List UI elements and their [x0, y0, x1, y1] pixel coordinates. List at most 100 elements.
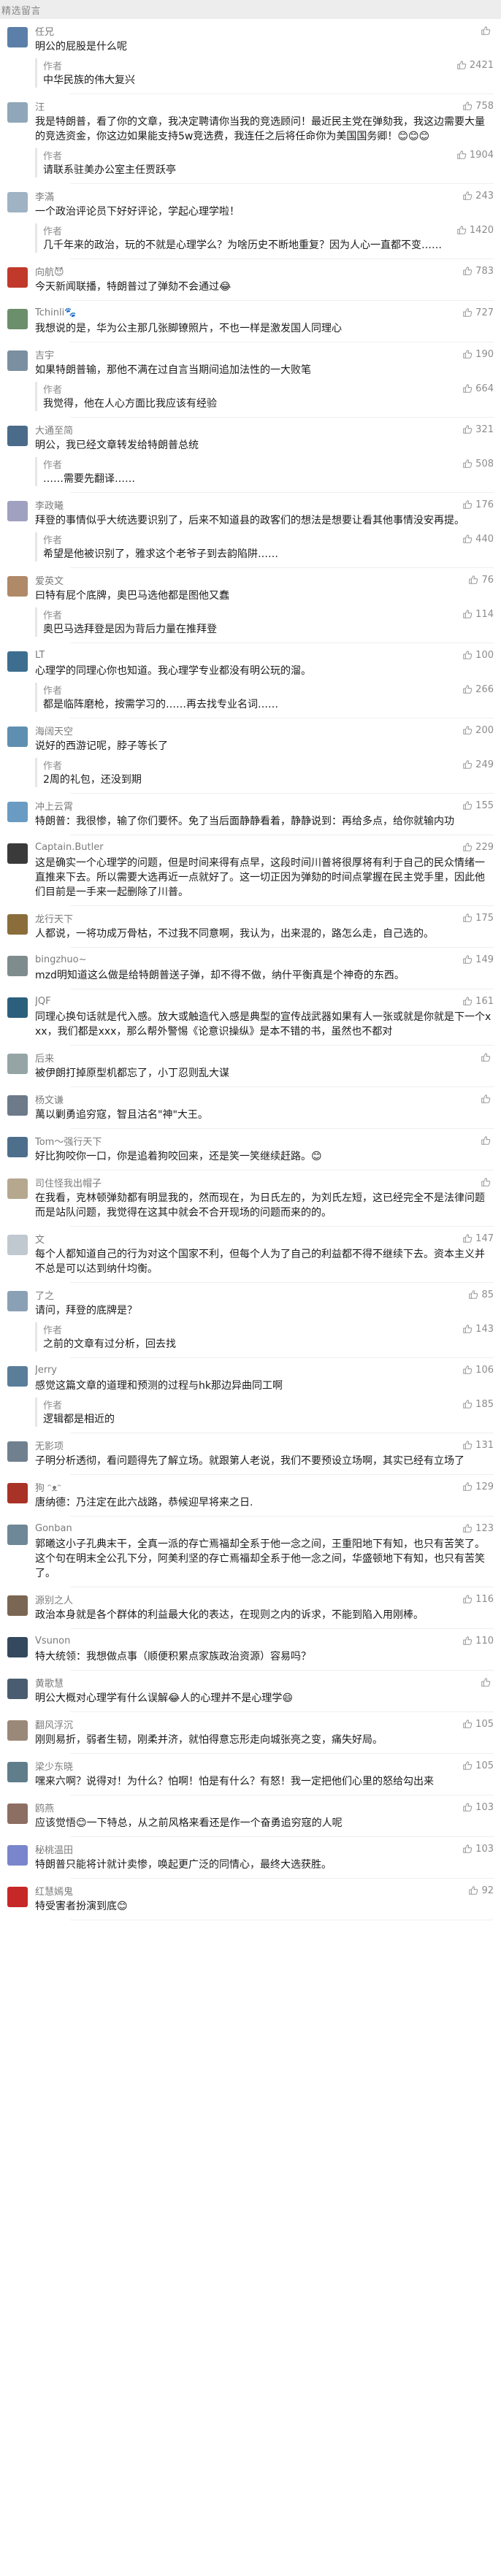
like-button[interactable]: 105 — [462, 1760, 494, 1771]
avatar[interactable] — [7, 1441, 28, 1462]
like-button[interactable] — [481, 1135, 494, 1146]
like-button[interactable] — [481, 1677, 494, 1687]
avatar[interactable] — [7, 1137, 28, 1157]
avatar[interactable] — [7, 651, 28, 672]
avatar[interactable] — [7, 1762, 28, 1782]
comment-item: 梁少东晓 105 嘿来六啊？说得对！为什么？怕啊！怕是有什么？有怒！我一定把他们心里… — [0, 1754, 501, 1795]
avatar[interactable] — [7, 27, 28, 47]
like-button[interactable]: 105 — [462, 1719, 494, 1730]
comment-body: 梁少东晓 105 嘿来六啊？说得对！为什么？怕啊！怕是有什么？有怒！我一定把他们心里… — [35, 1759, 494, 1795]
like-button[interactable]: 85 — [468, 1289, 494, 1300]
reply-like-button[interactable]: 2421 — [456, 60, 494, 71]
commenter-name: 向航😈 — [35, 267, 64, 278]
thumbs-up-icon — [463, 101, 473, 110]
avatar[interactable] — [7, 1803, 28, 1824]
reply-like-button[interactable]: 664 — [462, 383, 494, 394]
like-button[interactable] — [481, 26, 494, 36]
like-button[interactable] — [481, 1094, 494, 1104]
avatar[interactable] — [7, 1095, 28, 1116]
reply-like-button[interactable]: 508 — [462, 459, 494, 469]
reply-author-label: 作者 — [43, 459, 63, 471]
like-button[interactable]: 103 — [462, 1844, 494, 1855]
reply-like-button[interactable]: 249 — [462, 759, 494, 770]
like-button[interactable]: 92 — [468, 1885, 494, 1896]
comment-item: Gonban 123 郭曦这小子孔典末干，全真一派的存亡焉福却全系于他一念之间，王重… — [0, 1517, 501, 1587]
like-button[interactable]: 155 — [462, 800, 494, 811]
like-button[interactable]: 103 — [462, 1802, 494, 1813]
reply-like-button[interactable]: 1904 — [456, 150, 494, 161]
like-button[interactable]: 229 — [462, 842, 494, 853]
avatar[interactable] — [7, 1679, 28, 1699]
like-button[interactable] — [481, 1177, 494, 1187]
avatar[interactable] — [7, 426, 28, 446]
like-button[interactable] — [481, 1052, 494, 1062]
like-button[interactable]: 129 — [462, 1481, 494, 1492]
like-button[interactable]: 76 — [468, 575, 494, 586]
author-reply: 作者 440 希望是他被识别了，雅求这个老爷子到去韵陷阱…… — [35, 532, 494, 561]
reply-like-button[interactable]: 440 — [462, 534, 494, 545]
like-button[interactable]: 321 — [462, 424, 494, 435]
like-button[interactable]: 123 — [462, 1523, 494, 1534]
like-count: 105 — [475, 1718, 494, 1730]
like-button[interactable]: 149 — [462, 954, 494, 965]
avatar[interactable] — [7, 1720, 28, 1741]
avatar[interactable] — [7, 1178, 28, 1199]
reply-like-button[interactable]: 185 — [462, 1399, 494, 1410]
avatar[interactable] — [7, 1483, 28, 1503]
like-count: 147 — [475, 1233, 494, 1244]
like-button[interactable]: 243 — [462, 191, 494, 202]
avatar[interactable] — [7, 309, 28, 329]
like-button[interactable]: 175 — [462, 913, 494, 924]
like-button[interactable]: 176 — [462, 499, 494, 510]
comment-item: Tom～强行天下 好比狗咬你一口，你是追着狗咬回来，还是笑一笑继续赶路。😊 — [0, 1129, 501, 1170]
avatar[interactable] — [7, 727, 28, 747]
like-button[interactable]: 727 — [462, 307, 494, 318]
avatar[interactable] — [7, 1235, 28, 1255]
avatar[interactable] — [7, 843, 28, 864]
reply-like-button[interactable]: 266 — [462, 684, 494, 695]
reply-like-button[interactable]: 143 — [462, 1324, 494, 1335]
avatar[interactable] — [7, 1845, 28, 1866]
reply-like-button[interactable]: 1420 — [456, 225, 494, 236]
avatar[interactable] — [7, 997, 28, 1018]
avatar[interactable] — [7, 1887, 28, 1907]
thumbs-up-icon — [463, 500, 473, 509]
avatar[interactable] — [7, 802, 28, 822]
avatar[interactable] — [7, 192, 28, 212]
like-button[interactable]: 110 — [462, 1636, 494, 1647]
avatar[interactable] — [7, 102, 28, 123]
like-button[interactable]: 147 — [462, 1233, 494, 1244]
avatar[interactable] — [7, 956, 28, 976]
like-button[interactable]: 161 — [462, 996, 494, 1007]
like-button[interactable]: 100 — [462, 650, 494, 661]
reply-body: 作者 266 都是临阵磨枪，按需学习的……再去找专业名词…… — [43, 683, 494, 712]
comment-item: Jerry 106 感觉这篇文章的道理和预测的过程与hk那边异曲同工啊 作者 185 逻辑… — [0, 1358, 501, 1433]
avatar[interactable] — [7, 1637, 28, 1657]
avatar[interactable] — [7, 1054, 28, 1074]
reply-text: 中华民族的伟大复兴 — [43, 74, 135, 86]
reply-like-count: 266 — [475, 683, 494, 695]
avatar[interactable] — [7, 914, 28, 935]
like-button[interactable]: 190 — [462, 349, 494, 360]
like-button[interactable]: 758 — [462, 101, 494, 112]
like-count: 200 — [475, 724, 494, 736]
author-reply: 作者 1904 请联系驻美办公室主任贾跃亭 — [35, 148, 494, 177]
like-button[interactable]: 106 — [462, 1365, 494, 1376]
avatar[interactable] — [7, 1366, 28, 1387]
avatar[interactable] — [7, 1291, 28, 1311]
avatar[interactable] — [7, 1525, 28, 1545]
commenter-name: 秘桃温田 — [35, 1844, 74, 1856]
comment-text: 感觉这篇文章的道理和预测的过程与hk那边异曲同工啊 — [35, 1380, 283, 1392]
avatar[interactable] — [7, 267, 28, 288]
avatar[interactable] — [7, 576, 28, 597]
like-button[interactable]: 200 — [462, 725, 494, 736]
reply-like-button[interactable]: 114 — [462, 609, 494, 620]
like-button[interactable]: 783 — [462, 266, 494, 277]
avatar[interactable] — [7, 350, 28, 371]
comment-header: 司住怪我出帽子 — [35, 1176, 494, 1189]
thumbs-up-icon — [469, 1886, 478, 1895]
avatar[interactable] — [7, 501, 28, 521]
like-button[interactable]: 116 — [462, 1594, 494, 1605]
avatar[interactable] — [7, 1595, 28, 1616]
like-button[interactable]: 131 — [462, 1440, 494, 1451]
